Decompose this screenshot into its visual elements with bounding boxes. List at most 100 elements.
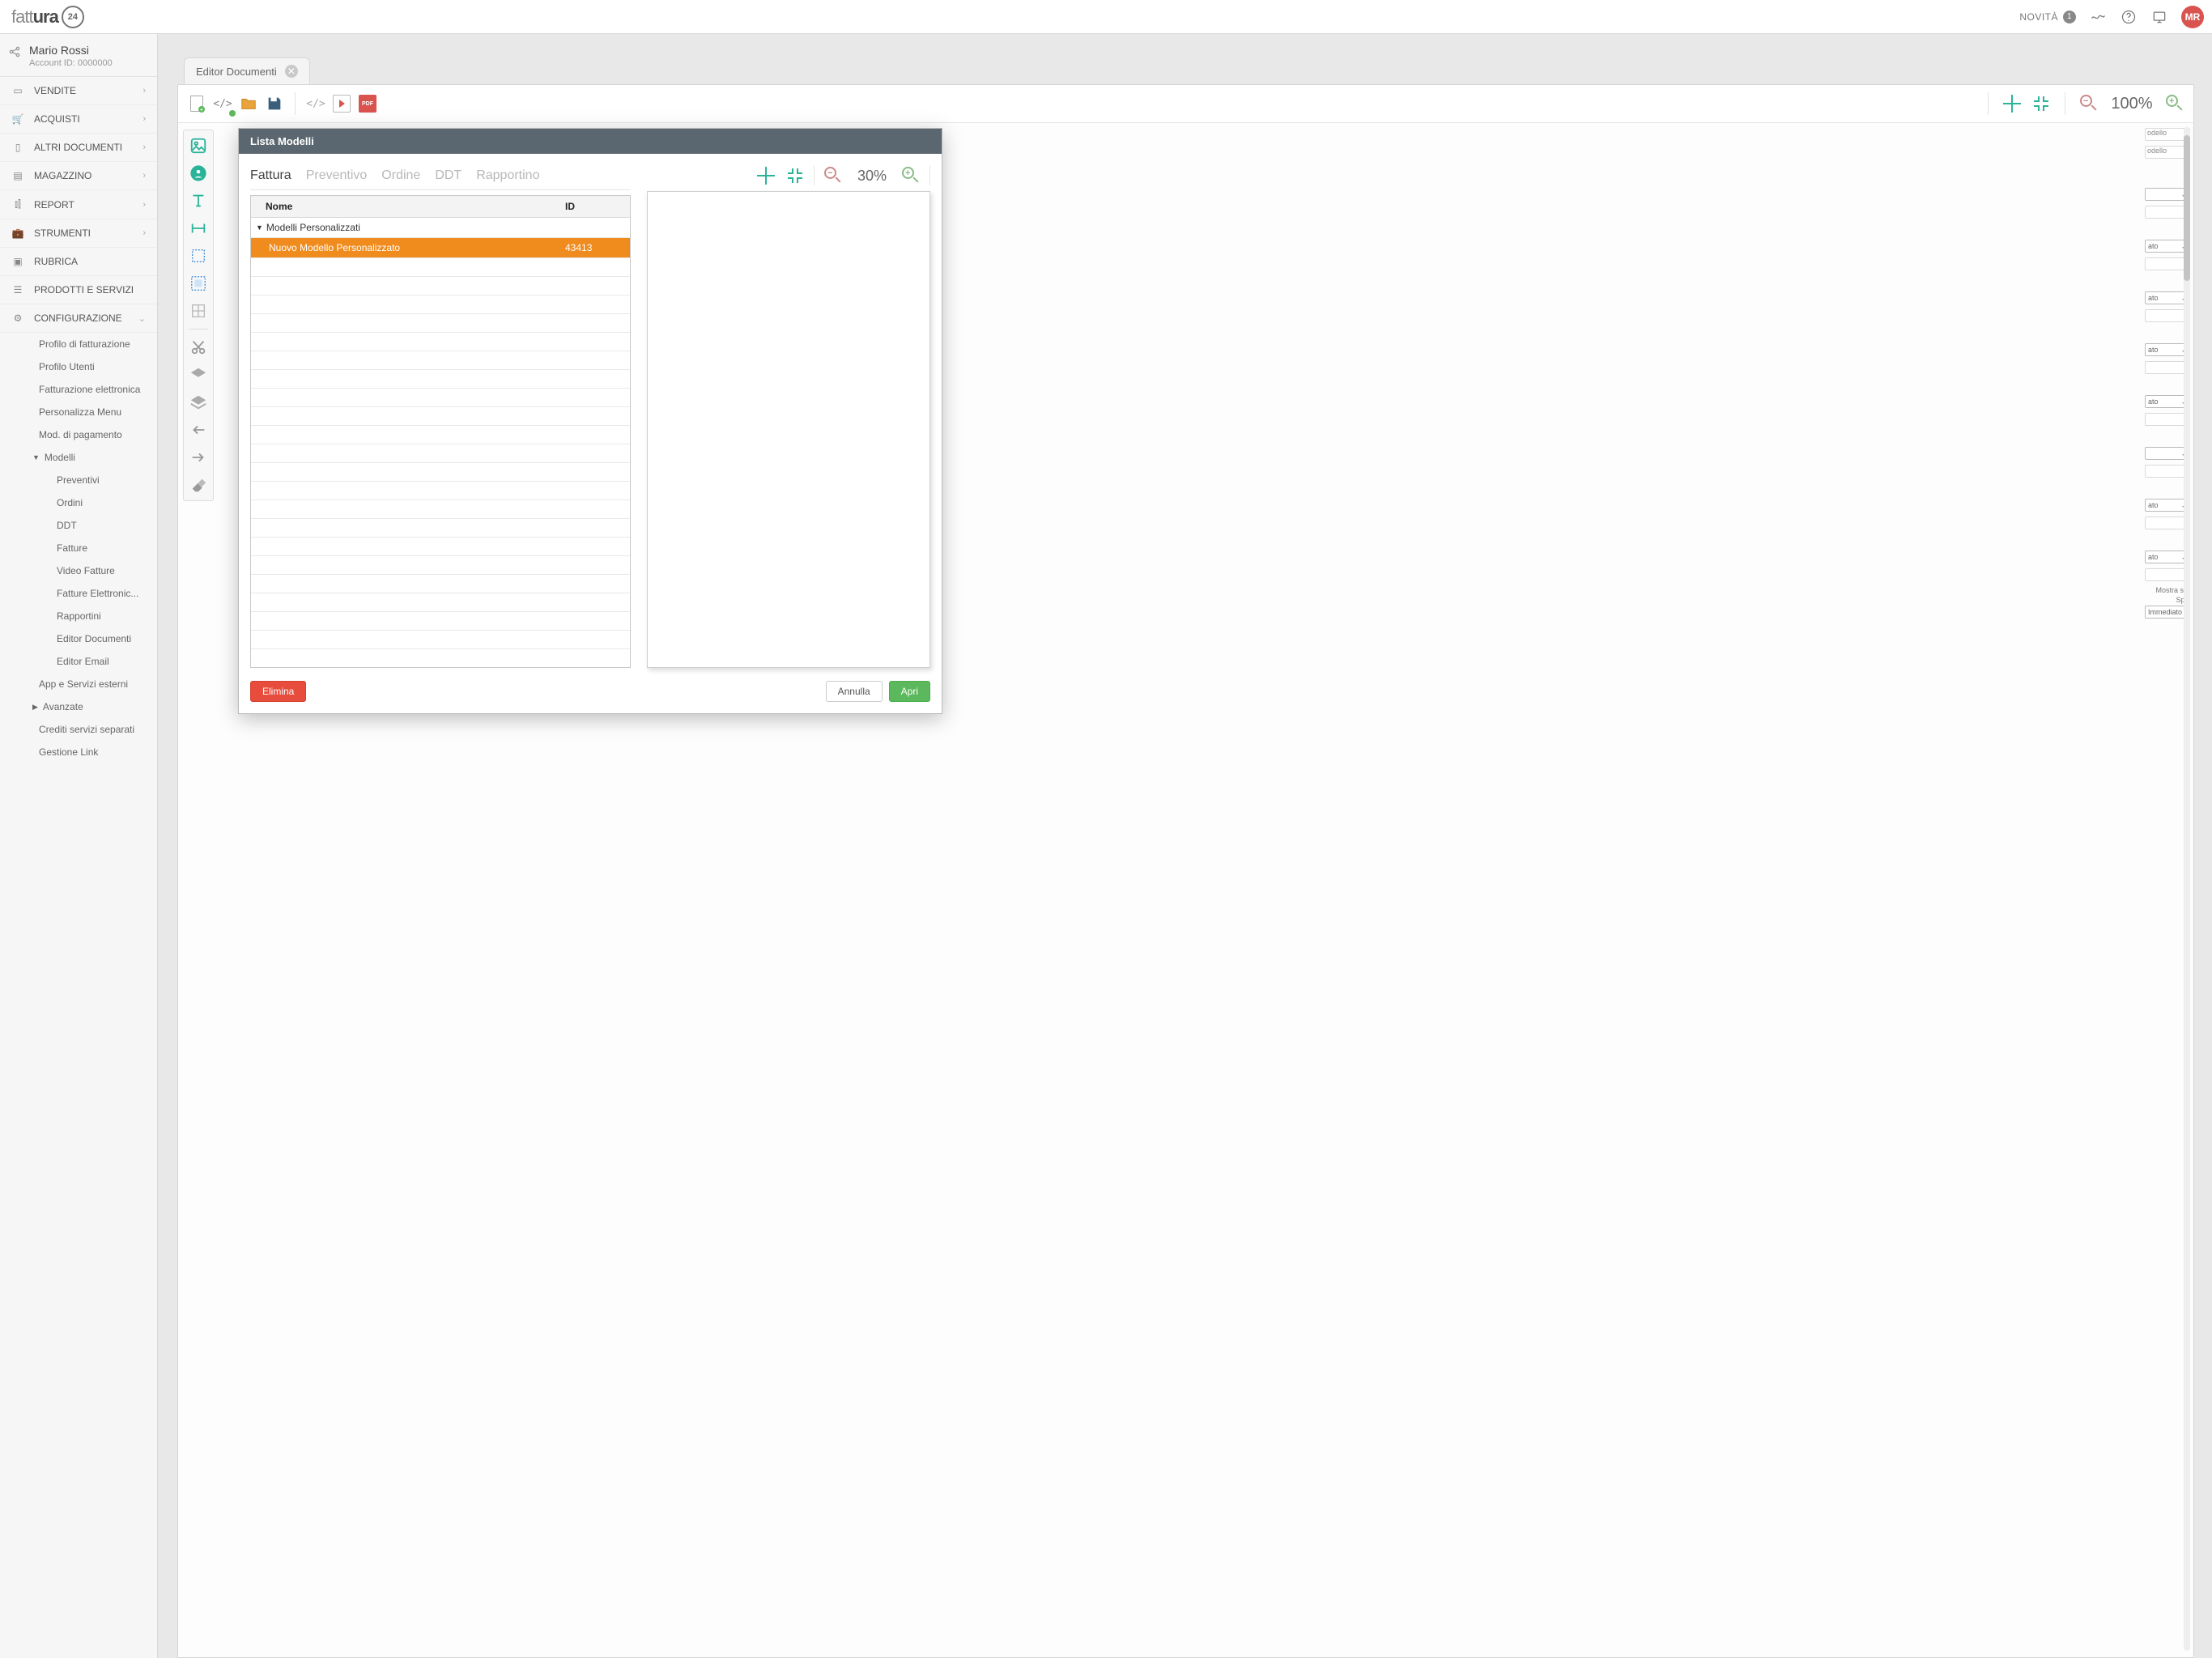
chevron-right-icon: › [143, 171, 146, 181]
user-name: Mario Rossi [29, 44, 146, 57]
scrollbar[interactable] [2184, 127, 2190, 1651]
nav-magazzino[interactable]: ▤MAGAZZINO› [0, 162, 157, 190]
close-tab-icon[interactable]: ✕ [285, 65, 298, 78]
preview-move-button[interactable] [755, 165, 776, 186]
grid-tool-button[interactable] [186, 299, 211, 323]
move-canvas-button[interactable] [2001, 93, 2023, 114]
scrollbar-thumb[interactable] [2184, 135, 2190, 281]
layer-up-button[interactable] [186, 363, 211, 387]
squiggle-icon[interactable] [2089, 8, 2107, 26]
table-group-row[interactable]: ▼ Modelli Personalizzati [251, 218, 630, 238]
sub-profilo-fatturazione[interactable]: Profilo di fatturazione [0, 333, 157, 355]
preview-fit-button[interactable] [785, 165, 806, 186]
cut-tool-button[interactable] [186, 335, 211, 359]
zoom-out-button[interactable]: − [2078, 93, 2099, 114]
device-icon[interactable] [2150, 8, 2168, 26]
separator [1988, 92, 1989, 115]
preview-controls: − 30% + [647, 165, 930, 186]
open-button[interactable] [238, 93, 259, 114]
sidebar: Mario Rossi Account ID: 0000000 ▭VENDITE… [0, 34, 158, 1658]
sub-modelli-ordini[interactable]: Ordini [0, 491, 157, 514]
table-row [251, 482, 630, 500]
fit-canvas-button[interactable] [2031, 93, 2052, 114]
novita-button[interactable]: NOVITÀ 1 [2019, 11, 2076, 23]
undo-button[interactable] [186, 418, 211, 442]
preview-zoom-out-button[interactable]: − [823, 165, 844, 186]
user-avatar[interactable]: MR [2181, 6, 2204, 28]
sub-modelli[interactable]: ▼Modelli [0, 446, 157, 469]
tab-label: Editor Documenti [196, 66, 277, 78]
annulla-button[interactable]: Annulla [826, 681, 883, 702]
chevron-right-icon: › [143, 228, 146, 238]
text-tool-button[interactable] [186, 189, 211, 213]
save-button[interactable] [264, 93, 285, 114]
sub-gestione-link[interactable]: Gestione Link [0, 741, 157, 763]
chevron-right-icon: › [143, 114, 146, 124]
new-doc-button[interactable]: + [186, 93, 207, 114]
tab-ddt[interactable]: DDT [435, 165, 462, 186]
table-row [251, 463, 630, 482]
erase-button[interactable] [186, 473, 211, 497]
sub-modelli-ddt[interactable]: DDT [0, 514, 157, 537]
table-row[interactable]: Nuovo Modello Personalizzato 43413 [251, 238, 630, 258]
col-id: ID [565, 201, 622, 212]
redo-button[interactable] [186, 445, 211, 470]
nav-altri-documenti[interactable]: ▯ALTRI DOCUMENTI› [0, 134, 157, 162]
help-icon[interactable] [2120, 8, 2138, 26]
pdf-export-button[interactable]: PDF [357, 93, 378, 114]
nav-prodotti[interactable]: ☰PRODOTTI E SERVIZI [0, 276, 157, 304]
table-row [251, 258, 630, 277]
code-view-button[interactable]: </> [305, 93, 326, 114]
table-row [251, 426, 630, 444]
modal-title: Lista Modelli [239, 129, 942, 154]
logo-badge-24: 24 [62, 6, 84, 28]
tab-preventivo[interactable]: Preventivo [306, 165, 368, 186]
nav-vendite[interactable]: ▭VENDITE› [0, 77, 157, 105]
nav-acquisti[interactable]: 🛒ACQUISTI› [0, 105, 157, 134]
preview-button[interactable] [331, 93, 352, 114]
image-tool-button[interactable] [186, 134, 211, 158]
tab-rapportino[interactable]: Rapportino [476, 165, 539, 186]
new-code-button[interactable]: </> [212, 93, 233, 114]
sub-mod-pagamento[interactable]: Mod. di pagamento [0, 423, 157, 446]
sub-fatturazione-elettronica[interactable]: Fatturazione elettronica [0, 378, 157, 401]
sub-crediti[interactable]: Crediti servizi separati [0, 718, 157, 741]
nav-configurazione[interactable]: ⚙CONFIGURAZIONE⌄ [0, 304, 157, 333]
row-name: Nuovo Modello Personalizzato [259, 242, 565, 253]
preview-canvas[interactable] [647, 191, 930, 668]
elimina-button[interactable]: Elimina [250, 681, 306, 702]
chevron-down-icon: ⌄ [138, 313, 146, 324]
zoom-in-button[interactable]: + [2164, 93, 2185, 114]
table-row [251, 370, 630, 389]
sub-app-servizi[interactable]: App e Servizi esterni [0, 673, 157, 695]
sub-personalizza-menu[interactable]: Personalizza Menu [0, 401, 157, 423]
tab-fattura[interactable]: Fattura [250, 165, 291, 186]
nav-rubrica[interactable]: ▣RUBRICA [0, 248, 157, 276]
chevron-right-icon: › [143, 200, 146, 210]
app-header: fattura 24 NOVITÀ 1 MR [0, 0, 2212, 34]
preview-zoom-in-button[interactable]: + [900, 165, 921, 186]
select-all-button[interactable] [186, 271, 211, 295]
layer-down-button[interactable] [186, 390, 211, 414]
sub-modelli-video-fatture[interactable]: Video Fatture [0, 559, 157, 582]
sub-modelli-rapportini[interactable]: Rapportini [0, 605, 157, 627]
tab-editor-documenti[interactable]: Editor Documenti ✕ [184, 57, 310, 84]
sub-profilo-utenti[interactable]: Profilo Utenti [0, 355, 157, 378]
user-block[interactable]: Mario Rossi Account ID: 0000000 [0, 34, 157, 77]
nav-report[interactable]: ⫾⫿REPORT› [0, 190, 157, 219]
sub-modelli-preventivi[interactable]: Preventivi [0, 469, 157, 491]
sub-modelli-fatture[interactable]: Fatture [0, 537, 157, 559]
apri-button[interactable]: Apri [889, 681, 930, 702]
spacing-tool-button[interactable] [186, 216, 211, 240]
share-icon [8, 45, 21, 61]
select-group-button[interactable] [186, 244, 211, 268]
sub-modelli-fatture-elettroniche[interactable]: Fatture Elettronic... [0, 582, 157, 605]
nav-strumenti[interactable]: 💼STRUMENTI› [0, 219, 157, 248]
chevron-right-icon: › [143, 142, 146, 152]
sub-modelli-editor-email[interactable]: Editor Email [0, 650, 157, 673]
stamp-tool-button[interactable] [186, 161, 211, 185]
sub-avanzate[interactable]: ▶Avanzate [0, 695, 157, 718]
zoom-value: 100% [2108, 95, 2156, 113]
sub-modelli-editor-documenti[interactable]: Editor Documenti [0, 627, 157, 650]
tab-ordine[interactable]: Ordine [381, 165, 420, 186]
